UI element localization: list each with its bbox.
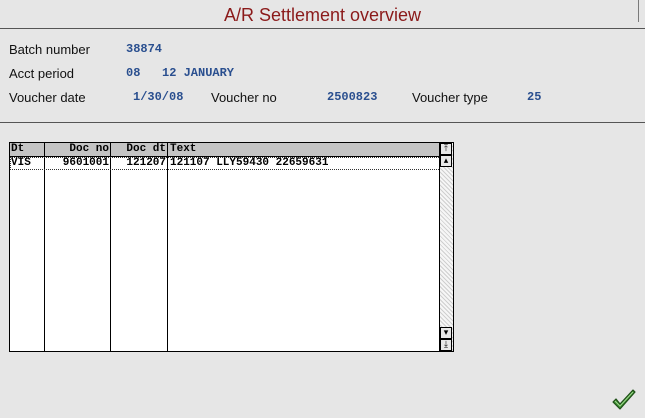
table-header: Dt Doc no Doc dt Text — [10, 143, 441, 157]
voucher-date-value: 1/30/08 — [133, 90, 184, 104]
scroll-up-icon[interactable]: ▴ — [440, 155, 452, 167]
column-divider — [44, 143, 45, 351]
voucher-no-label: Voucher no — [211, 90, 277, 105]
column-header-text[interactable]: Text — [170, 143, 196, 156]
acct-period-month: 12 JANUARY — [162, 66, 235, 80]
settlement-table[interactable]: Dt Doc no Doc dt Text VIS 9601001 121207… — [9, 142, 454, 352]
fields-separator — [0, 122, 645, 123]
column-divider — [167, 143, 168, 351]
batch-number-label: Batch number — [9, 42, 90, 57]
cell-dt: VIS — [11, 157, 31, 169]
cell-text: 121107 LLY59430 22659631 — [170, 157, 329, 169]
scroll-to-bottom-icon[interactable]: ⤓ — [440, 339, 452, 351]
acct-period-label: Acct period — [9, 66, 75, 81]
scroll-down-icon[interactable]: ▾ — [440, 327, 452, 339]
title-divider — [638, 0, 639, 22]
voucher-type-value: 25 — [527, 90, 542, 104]
column-header-doc-no[interactable]: Doc no — [45, 143, 109, 156]
scroll-to-top-icon[interactable]: ⤒ — [440, 143, 452, 155]
batch-number-value: 38874 — [126, 42, 163, 56]
cell-doc-dt: 121207 — [126, 157, 166, 169]
cell-doc-no: 9601001 — [62, 157, 109, 169]
vertical-scrollbar[interactable]: ⤒ ▴ ▾ ⤓ — [439, 143, 453, 351]
acct-period-value: 08 — [126, 66, 141, 80]
voucher-no-value: 2500823 — [327, 90, 378, 104]
table-row[interactable]: VIS 9601001 121207 121107 LLY59430 22659… — [10, 157, 441, 170]
column-header-doc-dt[interactable]: Doc dt — [111, 143, 166, 156]
header-separator — [0, 28, 645, 29]
column-header-dt[interactable]: Dt — [11, 143, 24, 156]
voucher-date-label: Voucher date — [9, 90, 86, 105]
column-divider — [110, 143, 111, 351]
checkmark-icon — [612, 389, 636, 410]
page-title: A/R Settlement overview — [223, 5, 422, 25]
voucher-type-label: Voucher type — [412, 90, 488, 105]
confirm-button[interactable] — [611, 389, 637, 413]
